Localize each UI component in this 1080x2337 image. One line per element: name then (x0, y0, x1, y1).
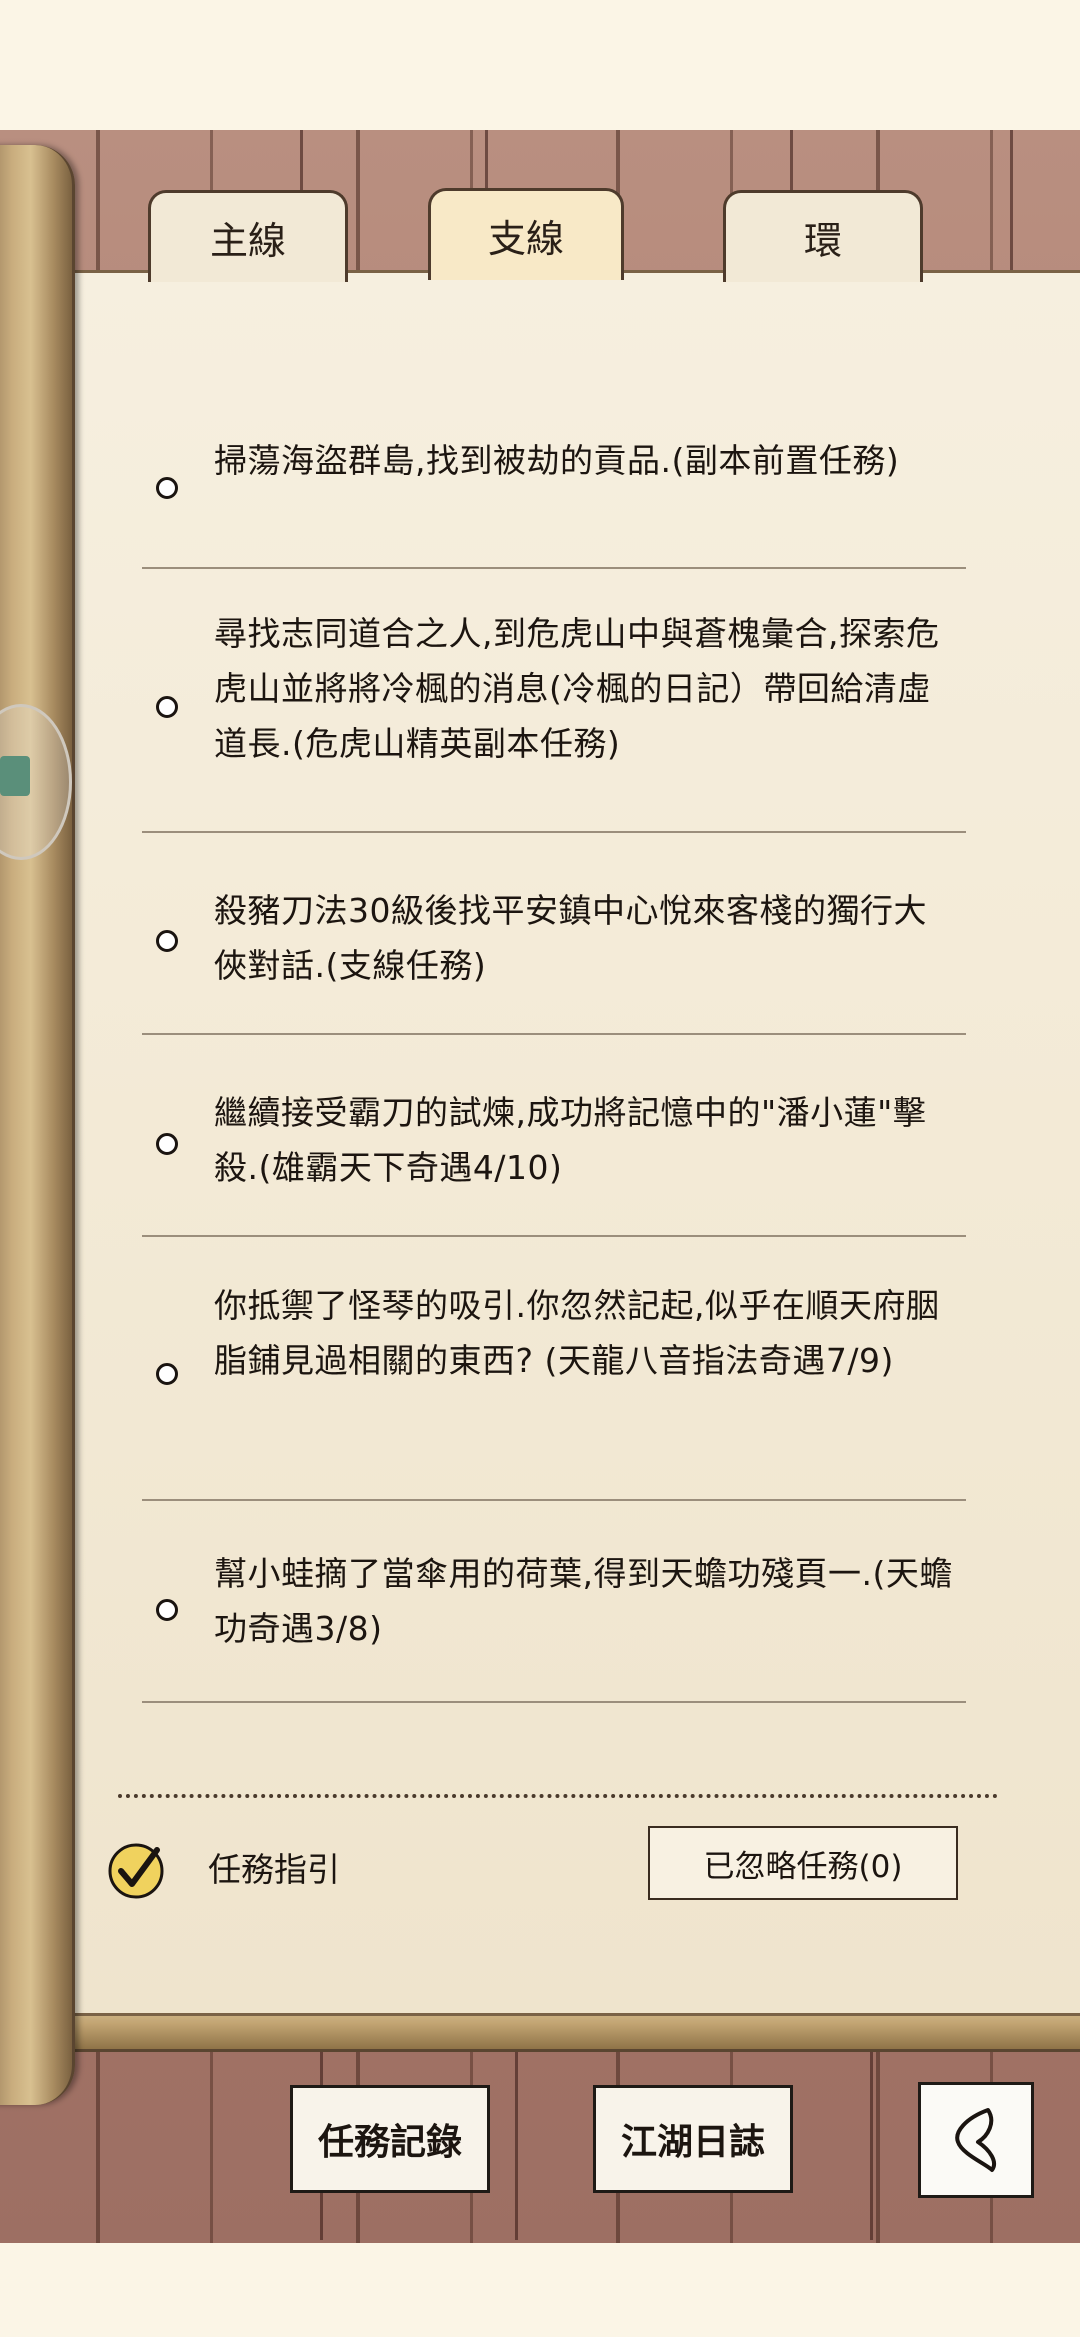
tab-label: 環 (803, 219, 842, 263)
quest-radio-icon[interactable] (156, 1363, 178, 1385)
quest-radio-icon[interactable] (156, 1133, 178, 1155)
quest-text: 掃蕩海盜群島,找到被劫的貢品.(副本前置任務) (214, 441, 900, 480)
status-bar-area (0, 0, 1080, 130)
quest-records-label: 任務記錄 (317, 2122, 462, 2163)
tab-label: 主線 (209, 219, 286, 263)
quest-guide-checkbox[interactable] (105, 1838, 167, 1900)
tab-ring-quest[interactable]: 環 (723, 190, 923, 282)
nav-bar-area (0, 2243, 1080, 2337)
quest-radio-icon[interactable] (156, 930, 178, 952)
quest-records-button[interactable]: 任務記錄 (290, 2085, 490, 2193)
quest-guide-label: 任務指引 (208, 1850, 340, 1889)
tab-side-quest[interactable]: 支線 (428, 188, 624, 280)
back-arrow-icon (955, 2108, 997, 2172)
quest-item[interactable]: 殺豬刀法30級後找平安鎮中心悅來客棧的獨行大俠對話.(支線任務) (142, 833, 966, 1035)
quest-item[interactable]: 掃蕩海盜群島,找到被劫的貢品.(副本前置任務) (142, 395, 966, 569)
quest-item[interactable]: 幫小蛙摘了當傘用的荷葉,得到天蟾功殘頁一.(天蟾功奇遇3/8) (142, 1501, 966, 1703)
ignored-quests-label: 已忽略任務(0) (703, 1848, 903, 1885)
quest-text: 尋找志同道合之人,到危虎山中與蒼槐彙合,探索危虎山並將將冷楓的消息(冷楓的日記）… (214, 614, 940, 763)
quest-text: 你抵禦了怪琴的吸引.你忽然記起,似乎在順天府胭脂鋪見過相關的東西? (天龍八音指… (214, 1286, 940, 1380)
quest-list[interactable]: 掃蕩海盜群島,找到被劫的貢品.(副本前置任務) 尋找志同道合之人,到危虎山中與蒼… (70, 395, 1080, 1805)
ignored-quests-button[interactable]: 已忽略任務(0) (648, 1826, 958, 1900)
quest-radio-icon[interactable] (156, 696, 178, 718)
quest-radio-icon[interactable] (156, 1599, 178, 1621)
quest-text: 繼續接受霸刀的試煉,成功將記憶中的"潘小蓮"擊殺.(雄霸天下奇遇4/10) (214, 1093, 927, 1187)
checkmark-icon (108, 1843, 164, 1899)
list-scroll-divider (118, 1794, 998, 1804)
quest-item[interactable]: 尋找志同道合之人,到危虎山中與蒼槐彙合,探索危虎山並將將冷楓的消息(冷楓的日記）… (142, 569, 966, 833)
tab-main-quest[interactable]: 主線 (148, 190, 348, 282)
quest-item[interactable]: 你抵禦了怪琴的吸引.你忽然記起,似乎在順天府胭脂鋪見過相關的東西? (天龍八音指… (142, 1237, 966, 1501)
assistant-icon (0, 756, 30, 796)
quest-radio-icon[interactable] (156, 477, 178, 499)
tab-label: 支線 (487, 217, 564, 261)
quest-text: 幫小蛙摘了當傘用的荷葉,得到天蟾功殘頁一.(天蟾功奇遇3/8) (214, 1554, 953, 1648)
quest-item[interactable]: 繼續接受霸刀的試煉,成功將記憶中的"潘小蓮"擊殺.(雄霸天下奇遇4/10) (142, 1035, 966, 1237)
back-button[interactable] (918, 2082, 1034, 2198)
jianghu-journal-button[interactable]: 江湖日誌 (593, 2085, 793, 2193)
scroll-roll (0, 145, 75, 2105)
quest-text: 殺豬刀法30級後找平安鎮中心悅來客棧的獨行大俠對話.(支線任務) (214, 891, 927, 985)
jianghu-journal-label: 江湖日誌 (620, 2122, 765, 2163)
